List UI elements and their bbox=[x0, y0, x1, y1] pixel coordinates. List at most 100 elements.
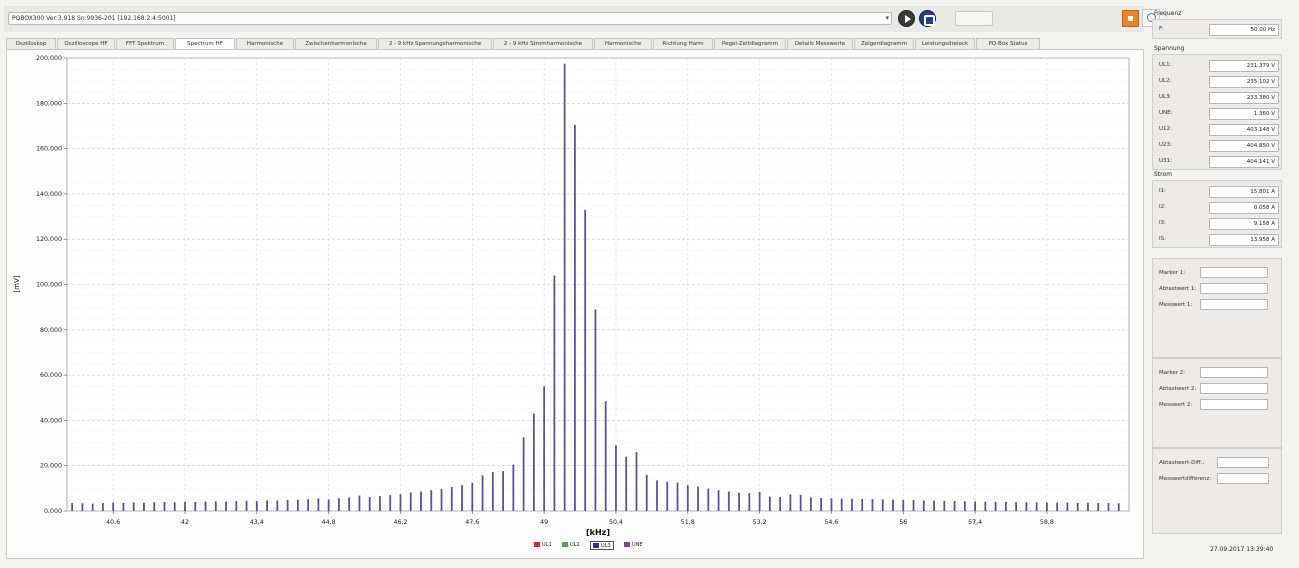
spectrum-bar bbox=[645, 474, 648, 511]
spectrum-bar bbox=[214, 501, 217, 511]
spectrum-bar bbox=[994, 501, 997, 511]
app-window: PQBOX300 Ver:3.918 Sn:9936-201 [192.168.… bbox=[0, 0, 1299, 568]
abtastwert-diff-field[interactable] bbox=[1217, 457, 1269, 468]
device-select[interactable]: PQBOX300 Ver:3.918 Sn:9936-201 [192.168.… bbox=[8, 12, 892, 25]
spannung-label: UL1: bbox=[1159, 62, 1172, 68]
spectrum-bar bbox=[358, 495, 361, 511]
spectrum-bar bbox=[276, 500, 279, 511]
timestamp: 27.09.2017 13:39:40 bbox=[1210, 546, 1274, 553]
spectrum-bar bbox=[368, 496, 371, 511]
spectrum-bar bbox=[184, 501, 186, 511]
legend-label: UNE bbox=[632, 542, 643, 548]
spectrum-bar bbox=[91, 503, 94, 511]
messwert-diff-field[interactable] bbox=[1217, 473, 1269, 484]
spannung-value: 235.102 V bbox=[1209, 76, 1279, 88]
spectrum-bar bbox=[1046, 502, 1048, 511]
spectrum-bar bbox=[727, 491, 730, 511]
spectrum-bar bbox=[389, 495, 392, 511]
spannung-group: UL1: 231.379 V UL2: 235.102 V UL3: 233.380 V U… bbox=[1152, 54, 1282, 170]
x-tick-label: 46,2 bbox=[393, 519, 407, 526]
messwert2-field[interactable] bbox=[1200, 399, 1268, 410]
spectrum-bar bbox=[810, 497, 812, 511]
toolbar: PQBOX300 Ver:3.918 Sn:9936-201 [192.168.… bbox=[4, 6, 1160, 32]
spectrum-bar bbox=[163, 501, 166, 511]
spectrum-bar bbox=[1056, 502, 1059, 511]
y-tick-label: 120,000 bbox=[36, 236, 62, 243]
spannung-row: UL2: 235.102 V bbox=[1157, 75, 1279, 89]
spectrum-bar bbox=[481, 475, 484, 511]
spectrum-bar bbox=[132, 502, 135, 511]
x-tick-label: 56 bbox=[899, 519, 907, 526]
marker1-label: Marker 1: bbox=[1159, 270, 1186, 276]
frequenz-value: 50.00 Hz bbox=[1209, 24, 1279, 36]
strom-label: I2: bbox=[1159, 204, 1166, 210]
spectrum-bar bbox=[543, 386, 546, 511]
spectrum-bar bbox=[327, 499, 330, 511]
spectrum-bar bbox=[225, 501, 227, 511]
spectrum-bar bbox=[861, 498, 864, 511]
blank-button[interactable] bbox=[955, 11, 993, 26]
strom-title: Strom bbox=[1154, 171, 1173, 178]
legend-label: UL3 bbox=[601, 543, 611, 549]
spannung-value: 231.379 V bbox=[1209, 60, 1279, 72]
stop-icon[interactable] bbox=[919, 10, 936, 27]
legend-item-ul2[interactable]: UL2 bbox=[562, 541, 580, 550]
spectrum-bar bbox=[953, 501, 956, 511]
strom-label: I3: bbox=[1159, 220, 1166, 226]
spectrum-bar bbox=[348, 497, 351, 511]
spannung-value: 404.141 V bbox=[1209, 156, 1279, 168]
y-tick-label: 200,000 bbox=[36, 55, 62, 62]
abtastwert1-label: Abtastwert 1: bbox=[1159, 286, 1197, 292]
legend-item-ul1[interactable]: UL1 bbox=[534, 541, 552, 550]
frequenz-group: F: 50.00 Hz bbox=[1152, 19, 1282, 39]
messwert1-field[interactable] bbox=[1200, 299, 1268, 310]
spectrum-bar bbox=[789, 494, 792, 511]
spectrum-bar bbox=[502, 471, 504, 511]
frequenz-label: F: bbox=[1159, 26, 1164, 32]
strom-value: 15.801 A bbox=[1209, 186, 1279, 198]
x-tick-label: 50,4 bbox=[609, 519, 623, 526]
legend-item-ul3[interactable]: UL3 bbox=[590, 541, 614, 550]
spectrum-bar bbox=[194, 501, 197, 511]
spannung-label: U23: bbox=[1159, 142, 1172, 148]
spectrum-bar bbox=[563, 63, 566, 511]
strom-label: IS: bbox=[1159, 236, 1166, 242]
abtastwert2-field[interactable] bbox=[1200, 383, 1268, 394]
strom-label: I1: bbox=[1159, 188, 1166, 194]
marker1-field[interactable] bbox=[1200, 267, 1268, 278]
spectrum-bar bbox=[1107, 503, 1110, 511]
record-icon[interactable] bbox=[1122, 10, 1139, 27]
spannung-row: U23: 404.850 V bbox=[1157, 139, 1279, 153]
spectrum-bar bbox=[594, 309, 597, 511]
marker2-field[interactable] bbox=[1200, 367, 1268, 378]
play-icon[interactable] bbox=[898, 10, 915, 27]
legend-label: UL2 bbox=[570, 542, 580, 548]
legend-item-une[interactable]: UNE bbox=[624, 541, 643, 550]
spectrum-bar bbox=[1087, 502, 1089, 511]
spectrum-bar bbox=[748, 493, 751, 511]
strom-row: I3: 9.158 A bbox=[1157, 217, 1279, 231]
spectrum-chart[interactable]: 0,000 20,000 40,000 60,000 80,000 100,000 120,… bbox=[6, 49, 1144, 559]
chart-svg: 0,000 20,000 40,000 60,000 80,000 100,000 120,… bbox=[13, 55, 1130, 537]
y-tick-label: 140,000 bbox=[36, 191, 62, 198]
spectrum-bar bbox=[892, 499, 894, 511]
spectrum-bar bbox=[512, 464, 515, 511]
strom-row: I2: 0.058 A bbox=[1157, 201, 1279, 215]
spectrum-bar bbox=[317, 498, 320, 511]
spectrum-bar bbox=[450, 486, 453, 511]
abtastwert2-label: Abtastwert 2: bbox=[1159, 386, 1197, 392]
spectrum-bar bbox=[943, 500, 946, 511]
abtastwert1-field[interactable] bbox=[1200, 283, 1268, 294]
spectrum-bar bbox=[902, 499, 905, 511]
spannung-row: UL3: 233.380 V bbox=[1157, 91, 1279, 105]
spannung-label: U12: bbox=[1159, 126, 1172, 132]
spectrum-bar bbox=[758, 491, 761, 511]
x-tick-label: 43,4 bbox=[250, 519, 264, 526]
x-tick-label: 44,8 bbox=[322, 519, 336, 526]
spectrum-bar bbox=[1015, 502, 1018, 511]
spectrum-bar bbox=[984, 501, 987, 511]
spectrum-bar bbox=[153, 502, 156, 511]
spannung-row: U12: 403.148 V bbox=[1157, 123, 1279, 137]
spectrum-bar bbox=[461, 485, 463, 511]
spectrum-bar bbox=[881, 499, 884, 511]
